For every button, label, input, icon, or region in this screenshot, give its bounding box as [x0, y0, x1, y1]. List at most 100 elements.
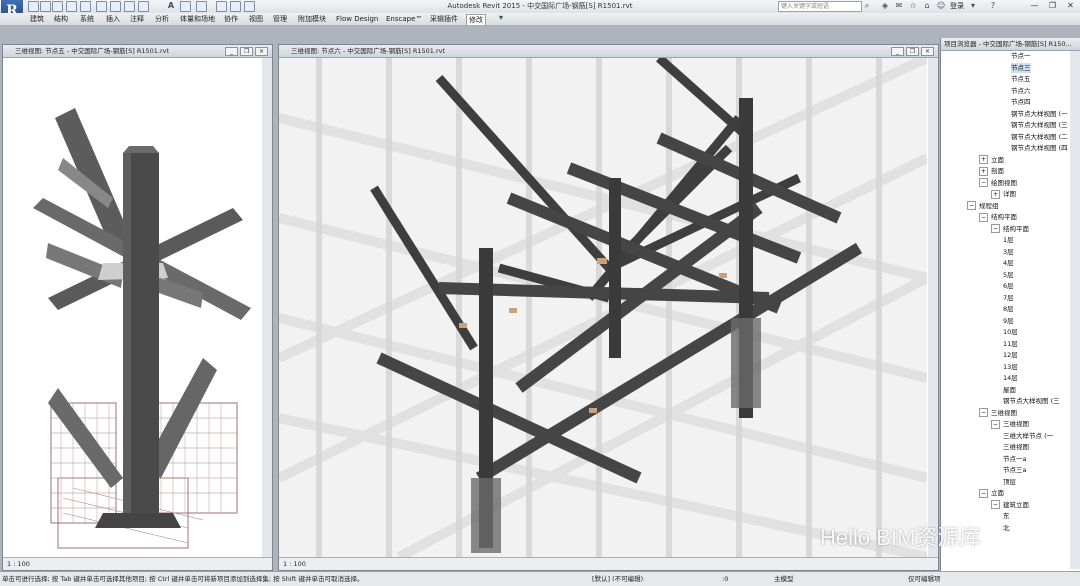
tree-item[interactable]: 东 — [1003, 511, 1010, 521]
search-icon[interactable]: ⌕ — [862, 1, 872, 11]
collapse-icon[interactable]: − — [967, 201, 976, 210]
tree-item[interactable]: 三维大样节点 (一 — [1003, 431, 1053, 441]
tree-item[interactable]: 屋面 — [1003, 385, 1016, 395]
collapse-icon[interactable]: − — [979, 212, 988, 222]
view-minimize-button[interactable]: _ — [225, 47, 238, 56]
tree-item[interactable]: 顶层 — [1003, 477, 1016, 487]
communication-icon[interactable]: ✉ — [894, 1, 904, 11]
close-hidden-icon[interactable] — [230, 1, 241, 12]
tab-plugin[interactable]: 采辑插件 — [430, 14, 458, 24]
tab-manage[interactable]: 管理 — [273, 14, 287, 24]
ribbon-toggle-icon[interactable]: ▾ — [496, 13, 506, 23]
vertical-scrollbar[interactable] — [262, 58, 272, 557]
user-icon[interactable]: ☺ — [936, 1, 946, 11]
tree-item[interactable]: 12层 — [1003, 350, 1018, 360]
view-close-button[interactable]: × — [921, 47, 934, 56]
switch-windows-icon[interactable] — [244, 1, 255, 12]
exchange-apps-icon[interactable]: ⌂ — [922, 1, 932, 11]
save-icon[interactable] — [40, 1, 51, 12]
tree-item[interactable]: 北 — [1003, 523, 1010, 533]
tab-collaborate[interactable]: 协作 — [224, 14, 238, 24]
tab-annotate[interactable]: 注释 — [130, 14, 144, 24]
tag-icon[interactable] — [138, 1, 149, 12]
expand-icon[interactable]: + — [979, 155, 988, 164]
thin-lines-icon[interactable] — [216, 1, 227, 12]
view-scale[interactable]: 1 : 100 — [7, 560, 30, 568]
tree-item[interactable]: 11层 — [1003, 339, 1018, 349]
tree-item[interactable]: + 立面 — [979, 155, 1004, 165]
tree-item[interactable]: + 详图 — [991, 189, 1016, 199]
tree-item[interactable]: 钢节点大样视图 (四 — [1011, 143, 1068, 153]
expand-icon[interactable]: + — [979, 166, 988, 176]
tab-systems[interactable]: 系统 — [80, 14, 94, 24]
tree-item[interactable]: 钢节点大样视图 (二 — [1011, 132, 1068, 142]
collapse-icon[interactable]: − — [991, 224, 1000, 233]
help-icon[interactable]: ? — [988, 1, 998, 11]
browser-scrollbar[interactable] — [1070, 51, 1080, 569]
tab-analyze[interactable]: 分析 — [155, 14, 169, 24]
tab-massing-site[interactable]: 体量和场地 — [180, 14, 215, 24]
print-icon[interactable] — [96, 1, 107, 12]
view-minimize-button[interactable]: _ — [891, 47, 904, 56]
section-icon[interactable] — [196, 1, 207, 12]
tree-item[interactable]: 1层 — [1003, 235, 1014, 245]
close-button[interactable]: ✕ — [1062, 0, 1079, 12]
tree-item[interactable]: − 建筑立面 — [991, 500, 1029, 510]
view-window-node6[interactable]: 三维视图: 节点六 - 中交国际广场-钢筋[S] R1501.rvt _ ❐ × — [278, 44, 939, 571]
collapse-icon[interactable]: − — [991, 419, 1000, 429]
tree-item[interactable]: 钢节点大样视图 (三 — [1011, 120, 1068, 130]
vertical-scrollbar[interactable] — [928, 58, 938, 557]
collapse-icon[interactable]: − — [979, 408, 988, 417]
tree-item[interactable]: 9层 — [1003, 316, 1014, 326]
tab-flow-design[interactable]: Flow Design — [336, 14, 378, 24]
tree-item[interactable]: 节点三 — [1011, 62, 1031, 73]
tree-item[interactable]: 5层 — [1003, 270, 1014, 280]
tree-item[interactable]: 节点六 — [1011, 86, 1031, 96]
dimension-icon[interactable] — [124, 1, 135, 12]
collapse-icon[interactable]: − — [979, 178, 988, 187]
tree-item[interactable]: 7层 — [1003, 293, 1014, 303]
tab-architecture[interactable]: 建筑 — [30, 14, 44, 24]
minimize-button[interactable]: — — [1026, 0, 1043, 12]
3d-view-icon[interactable] — [180, 1, 191, 12]
dropdown-icon[interactable]: ▾ — [968, 1, 978, 11]
favorites-icon[interactable]: ☆ — [908, 1, 918, 11]
tree-item[interactable]: 三维视图 — [1003, 442, 1029, 452]
open-icon[interactable] — [28, 1, 39, 12]
text-icon[interactable]: A — [166, 1, 176, 11]
redo-icon[interactable] — [80, 1, 91, 12]
view-window-node5[interactable]: 三维视图: 节点五 - 中交国际广场-钢筋[S] R1501.rvt _ ❐ × — [2, 44, 273, 571]
tree-item[interactable]: − 结构平面 — [979, 212, 1017, 222]
tree-item[interactable]: 6层 — [1003, 281, 1014, 291]
view-restore-button[interactable]: ❐ — [906, 47, 919, 56]
tree-item[interactable]: 节点四 — [1011, 97, 1031, 107]
login-link[interactable]: 登录 — [950, 1, 964, 11]
view-restore-button[interactable]: ❐ — [240, 47, 253, 56]
search-input[interactable]: 键入关键字或短语 — [778, 1, 862, 12]
tree-item[interactable]: 14层 — [1003, 373, 1018, 383]
tree-item[interactable]: 节点一a — [1003, 454, 1026, 464]
tree-item[interactable]: − 三维视图 — [979, 408, 1017, 418]
tree-item[interactable]: 13层 — [1003, 362, 1018, 372]
tab-enscape[interactable]: Enscape™ — [386, 14, 422, 24]
tree-item[interactable]: 节点五 — [1011, 74, 1031, 84]
node5-canvas[interactable] — [3, 58, 261, 557]
editable-only-toggle[interactable]: 仅可编辑项 — [908, 572, 941, 586]
tree-item[interactable]: − 三维视图 — [991, 419, 1029, 429]
tree-item[interactable]: − 规程组 — [967, 201, 999, 211]
tree-item[interactable]: 钢节点大样视图 (三 — [1003, 396, 1060, 406]
tab-modify[interactable]: 修改 — [466, 14, 486, 25]
tree-item[interactable]: 4层 — [1003, 258, 1014, 268]
tree-item[interactable]: 8层 — [1003, 304, 1014, 314]
tree-item[interactable]: 钢节点大样视图 (一 — [1011, 109, 1068, 119]
sync-icon[interactable] — [52, 1, 63, 12]
tree-item[interactable]: − 结构平面 — [991, 224, 1029, 234]
maximize-button[interactable]: ❐ — [1044, 0, 1061, 12]
collapse-icon[interactable]: − — [991, 500, 1000, 509]
workset-selector[interactable]: [默认] (不可编辑) — [592, 572, 643, 586]
tab-structure[interactable]: 结构 — [54, 14, 68, 24]
view-close-button[interactable]: × — [255, 47, 268, 56]
tree-item[interactable]: + 剖面 — [979, 166, 1004, 176]
expand-icon[interactable]: + — [991, 189, 1000, 199]
tree-item[interactable]: 节点三a — [1003, 465, 1026, 475]
